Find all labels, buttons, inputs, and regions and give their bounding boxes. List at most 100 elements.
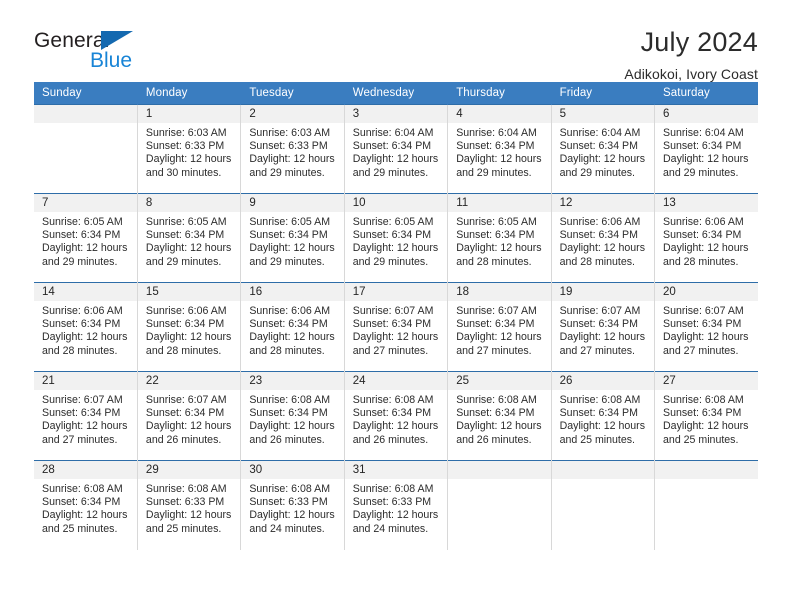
day-number: 25 [448,372,551,390]
weekday-header-tuesday: Tuesday [240,82,345,105]
sun-info: Sunrise: 6:04 AM Sunset: 6:34 PM Daylight:… [345,123,447,180]
day-number: 21 [34,372,137,390]
day-number: 26 [551,372,655,390]
daylight-text-line2: and 27 minutes. [456,344,532,357]
day-number: 18 [448,283,551,301]
daylight-text-line2: and 29 minutes. [352,166,429,179]
sun-info: Sunrise: 6:08 AM Sunset: 6:33 PM Daylight:… [138,479,240,536]
daylight-text-line2: and 25 minutes. [145,522,222,535]
daylight-text-line1: Daylight: 12 hours [663,153,749,166]
sun-info: Sunrise: 6:08 AM Sunset: 6:33 PM Daylight:… [241,479,343,536]
calendar-day-cell[interactable]: 19 Sunrise: 6:07 AM Sunset: 6:34 PM Dayligh… [551,282,656,372]
sunrise-text: Sunrise: 6:04 AM [559,127,641,139]
calendar-day-cell[interactable]: 3 Sunrise: 6:04 AM Sunset: 6:34 PM Daylight… [344,104,449,194]
calendar-day-cell[interactable]: 20 Sunrise: 6:07 AM Sunset: 6:34 PM Dayligh… [654,282,758,372]
calendar-day-cell[interactable]: 27 Sunrise: 6:08 AM Sunset: 6:34 PM Dayligh… [654,371,758,461]
calendar-day-cell[interactable]: 18 Sunrise: 6:07 AM Sunset: 6:34 PM Dayligh… [447,282,552,372]
calendar-day-cell[interactable]: 17 Sunrise: 6:07 AM Sunset: 6:34 PM Dayligh… [344,282,449,372]
calendar-day-cell[interactable]: 24 Sunrise: 6:08 AM Sunset: 6:34 PM Dayligh… [344,371,449,461]
calendar-day-cell[interactable]: 7 Sunrise: 6:05 AM Sunset: 6:34 PM Daylight… [34,193,138,283]
calendar-day-cell[interactable]: 1 Sunrise: 6:03 AM Sunset: 6:33 PM Daylight… [137,104,242,194]
calendar-day-cell[interactable]: 29 Sunrise: 6:08 AM Sunset: 6:33 PM Dayligh… [137,460,242,550]
daylight-text-line1: Daylight: 12 hours [663,420,749,433]
sunset-text: Sunset: 6:34 PM [663,318,742,331]
day-number: 10 [344,194,448,212]
calendar-day-cell[interactable]: 5 Sunrise: 6:04 AM Sunset: 6:34 PM Daylight… [551,104,656,194]
day-number: 12 [551,194,655,212]
sun-info: Sunrise: 6:06 AM Sunset: 6:34 PM Daylight:… [552,212,654,269]
calendar-body: 1 Sunrise: 6:03 AM Sunset: 6:33 PM Daylight… [34,104,758,550]
calendar-day-cell[interactable]: 12 Sunrise: 6:06 AM Sunset: 6:34 PM Dayligh… [551,193,656,283]
sunrise-text: Sunrise: 6:07 AM [145,394,227,406]
sun-info: Sunrise: 6:04 AM Sunset: 6:34 PM Daylight:… [552,123,654,180]
daylight-text-line2: and 25 minutes. [559,433,635,446]
sun-info: Sunrise: 6:08 AM Sunset: 6:34 PM Daylight:… [655,390,758,447]
daylight-text-line2: and 29 minutes. [145,255,222,268]
sunrise-text: Sunrise: 6:08 AM [42,483,123,495]
day-number: 30 [241,461,344,479]
sun-info: Sunrise: 6:07 AM Sunset: 6:34 PM Daylight:… [138,390,240,447]
sunrise-text: Sunrise: 6:05 AM [456,216,537,228]
calendar-day-cell[interactable]: 2 Sunrise: 6:03 AM Sunset: 6:33 PM Daylight… [240,104,345,194]
sun-info: Sunrise: 6:07 AM Sunset: 6:34 PM Daylight:… [655,301,758,358]
daylight-text-line2: and 29 minutes. [456,166,532,179]
daylight-text-line2: and 26 minutes. [352,433,429,446]
calendar-day-cell[interactable]: 30 Sunrise: 6:08 AM Sunset: 6:33 PM Dayligh… [240,460,345,550]
sun-info: Sunrise: 6:04 AM Sunset: 6:34 PM Daylight:… [448,123,550,180]
sun-info: Sunrise: 6:06 AM Sunset: 6:34 PM Daylight:… [241,301,343,358]
sun-info: Sunrise: 6:08 AM Sunset: 6:34 PM Daylight:… [552,390,654,447]
calendar-day-cell[interactable]: 10 Sunrise: 6:05 AM Sunset: 6:34 PM Dayligh… [344,193,449,283]
calendar-day-cell-empty [654,460,758,550]
sunset-text: Sunset: 6:34 PM [663,229,742,242]
calendar-day-cell[interactable]: 6 Sunrise: 6:04 AM Sunset: 6:34 PM Daylight… [654,104,758,194]
sunset-text: Sunset: 6:34 PM [352,229,432,242]
calendar-day-cell[interactable]: 14 Sunrise: 6:06 AM Sunset: 6:34 PM Dayligh… [34,282,138,372]
sun-info: Sunrise: 6:04 AM Sunset: 6:34 PM Daylight:… [655,123,758,180]
calendar-day-cell[interactable]: 9 Sunrise: 6:05 AM Sunset: 6:34 PM Daylight… [240,193,345,283]
day-number: 17 [344,283,448,301]
day-number: 7 [34,194,137,212]
calendar-day-cell[interactable]: 31 Sunrise: 6:08 AM Sunset: 6:33 PM Dayligh… [344,460,449,550]
daylight-text-line1: Daylight: 12 hours [456,331,542,344]
sunrise-text: Sunrise: 6:08 AM [352,394,434,406]
calendar-day-cell[interactable]: 22 Sunrise: 6:07 AM Sunset: 6:34 PM Dayligh… [137,371,242,461]
sun-info: Sunrise: 6:03 AM Sunset: 6:33 PM Daylight:… [138,123,240,180]
calendar-day-cell[interactable]: 28 Sunrise: 6:08 AM Sunset: 6:34 PM Dayligh… [34,460,138,550]
calendar-day-cell[interactable]: 25 Sunrise: 6:08 AM Sunset: 6:34 PM Dayligh… [447,371,552,461]
day-number: 22 [137,372,241,390]
day-number: 15 [137,283,241,301]
sun-info: Sunrise: 6:07 AM Sunset: 6:34 PM Daylight:… [552,301,654,358]
daylight-text-line1: Daylight: 12 hours [663,331,749,344]
sun-info: Sunrise: 6:05 AM Sunset: 6:34 PM Daylight:… [241,212,343,269]
calendar-table: Sunday Monday Tuesday Wednesday Thursday Frid… [34,82,758,550]
daylight-text-line1: Daylight: 12 hours [352,242,439,255]
sunrise-text: Sunrise: 6:06 AM [663,216,744,228]
sun-info: Sunrise: 6:08 AM Sunset: 6:34 PM Daylight:… [34,479,137,536]
page-subtitle: Adikokoi, Ivory Coast [624,66,758,83]
day-number: 16 [241,283,344,301]
sunrise-text: Sunrise: 6:04 AM [663,127,744,139]
sun-info: Sunrise: 6:08 AM Sunset: 6:34 PM Daylight:… [241,390,343,447]
day-number [551,461,655,479]
calendar-day-cell[interactable]: 26 Sunrise: 6:08 AM Sunset: 6:34 PM Dayligh… [551,371,656,461]
calendar-day-cell[interactable]: 15 Sunrise: 6:06 AM Sunset: 6:34 PM Dayligh… [137,282,242,372]
calendar-day-cell[interactable]: 21 Sunrise: 6:07 AM Sunset: 6:34 PM Dayligh… [34,371,138,461]
sunset-text: Sunset: 6:33 PM [249,496,328,509]
calendar-day-cell[interactable]: 8 Sunrise: 6:05 AM Sunset: 6:34 PM Daylight… [137,193,242,283]
day-number: 4 [448,105,551,123]
calendar-day-cell[interactable]: 4 Sunrise: 6:04 AM Sunset: 6:34 PM Daylight… [447,104,552,194]
daylight-text-line1: Daylight: 12 hours [456,153,542,166]
daylight-text-line2: and 27 minutes. [352,344,429,357]
sunset-text: Sunset: 6:34 PM [352,140,432,153]
day-number: 20 [655,283,758,301]
daylight-text-line2: and 29 minutes. [352,255,429,268]
sun-info: Sunrise: 6:06 AM Sunset: 6:34 PM Daylight:… [655,212,758,269]
logo-text-general: General [34,29,110,52]
daylight-text-line2: and 24 minutes. [249,522,325,535]
sunset-text: Sunset: 6:34 PM [249,407,328,420]
daylight-text-line2: and 28 minutes. [663,255,739,268]
calendar-day-cell[interactable]: 11 Sunrise: 6:05 AM Sunset: 6:34 PM Dayligh… [447,193,552,283]
calendar-day-cell[interactable]: 16 Sunrise: 6:06 AM Sunset: 6:34 PM Dayligh… [240,282,345,372]
calendar-day-cell[interactable]: 13 Sunrise: 6:06 AM Sunset: 6:34 PM Dayligh… [654,193,758,283]
calendar-day-cell[interactable]: 23 Sunrise: 6:08 AM Sunset: 6:34 PM Dayligh… [240,371,345,461]
